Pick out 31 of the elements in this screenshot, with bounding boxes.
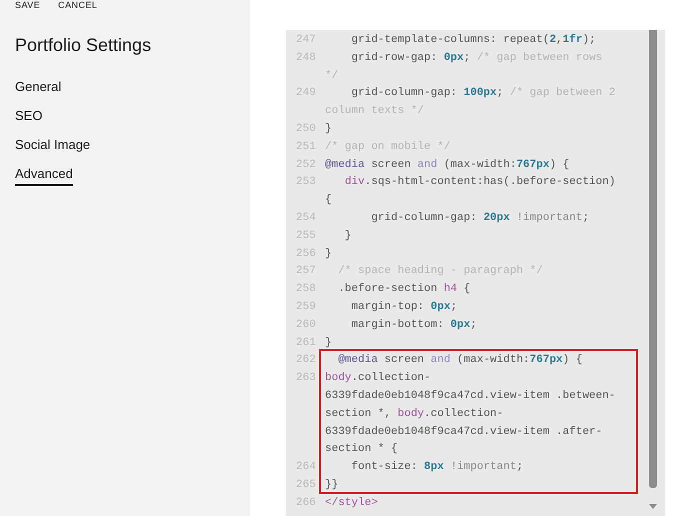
- code-line: }: [344, 228, 352, 244]
- code-line: body.collection-: [325, 371, 432, 386]
- code-line: }: [325, 336, 332, 351]
- sidebar-item[interactable]: Social Image: [15, 136, 90, 157]
- scrollbar-thumb[interactable]: [649, 30, 657, 488]
- code-line: }: [325, 246, 332, 262]
- scroll-down-arrow-icon[interactable]: [649, 504, 657, 509]
- code-line: @media screen and (max-width:767px) {: [325, 158, 570, 173]
- settings-title: Portfolio Settings: [15, 34, 152, 57]
- action-link[interactable]: SAVE: [15, 0, 40, 11]
- action-link[interactable]: CANCEL: [58, 0, 98, 11]
- code-line: {: [325, 193, 333, 208]
- code-line: grid-template-columns: repeat(2,1fr);: [350, 32, 596, 48]
- code-line: section *, body.collection-: [325, 406, 504, 422]
- code-line: margin-bottom: 0px;: [350, 318, 477, 333]
- code-line: grid-column-gap: 20px !important;: [370, 210, 590, 226]
- code-line: </style>: [325, 496, 378, 511]
- code-line: */: [325, 68, 340, 84]
- sidebar-item[interactable]: General: [15, 78, 62, 99]
- code-line: 6339fdade0eb1048f9ca47cd.view-item .between-: [325, 388, 616, 404]
- code-line: 6339fdade0eb1048f9ca47cd.view-item .after-: [325, 424, 604, 440]
- code-line: .before-section h4 {: [337, 282, 470, 298]
- code-line: section * {: [325, 442, 399, 458]
- sidebar-item[interactable]: Advanced: [15, 165, 73, 186]
- code-line: }: [325, 122, 332, 137]
- sidebar-item[interactable]: SEO: [15, 107, 42, 128]
- code-line: }}: [325, 478, 338, 493]
- code-line: @media screen and (max-width:767px) {: [337, 353, 582, 368]
- code-line: font-size: 8px !important;: [350, 460, 524, 476]
- code-line: div.sqs-html-content:has(.before-section): [344, 175, 616, 190]
- code-line: margin-top: 0px;: [350, 300, 458, 315]
